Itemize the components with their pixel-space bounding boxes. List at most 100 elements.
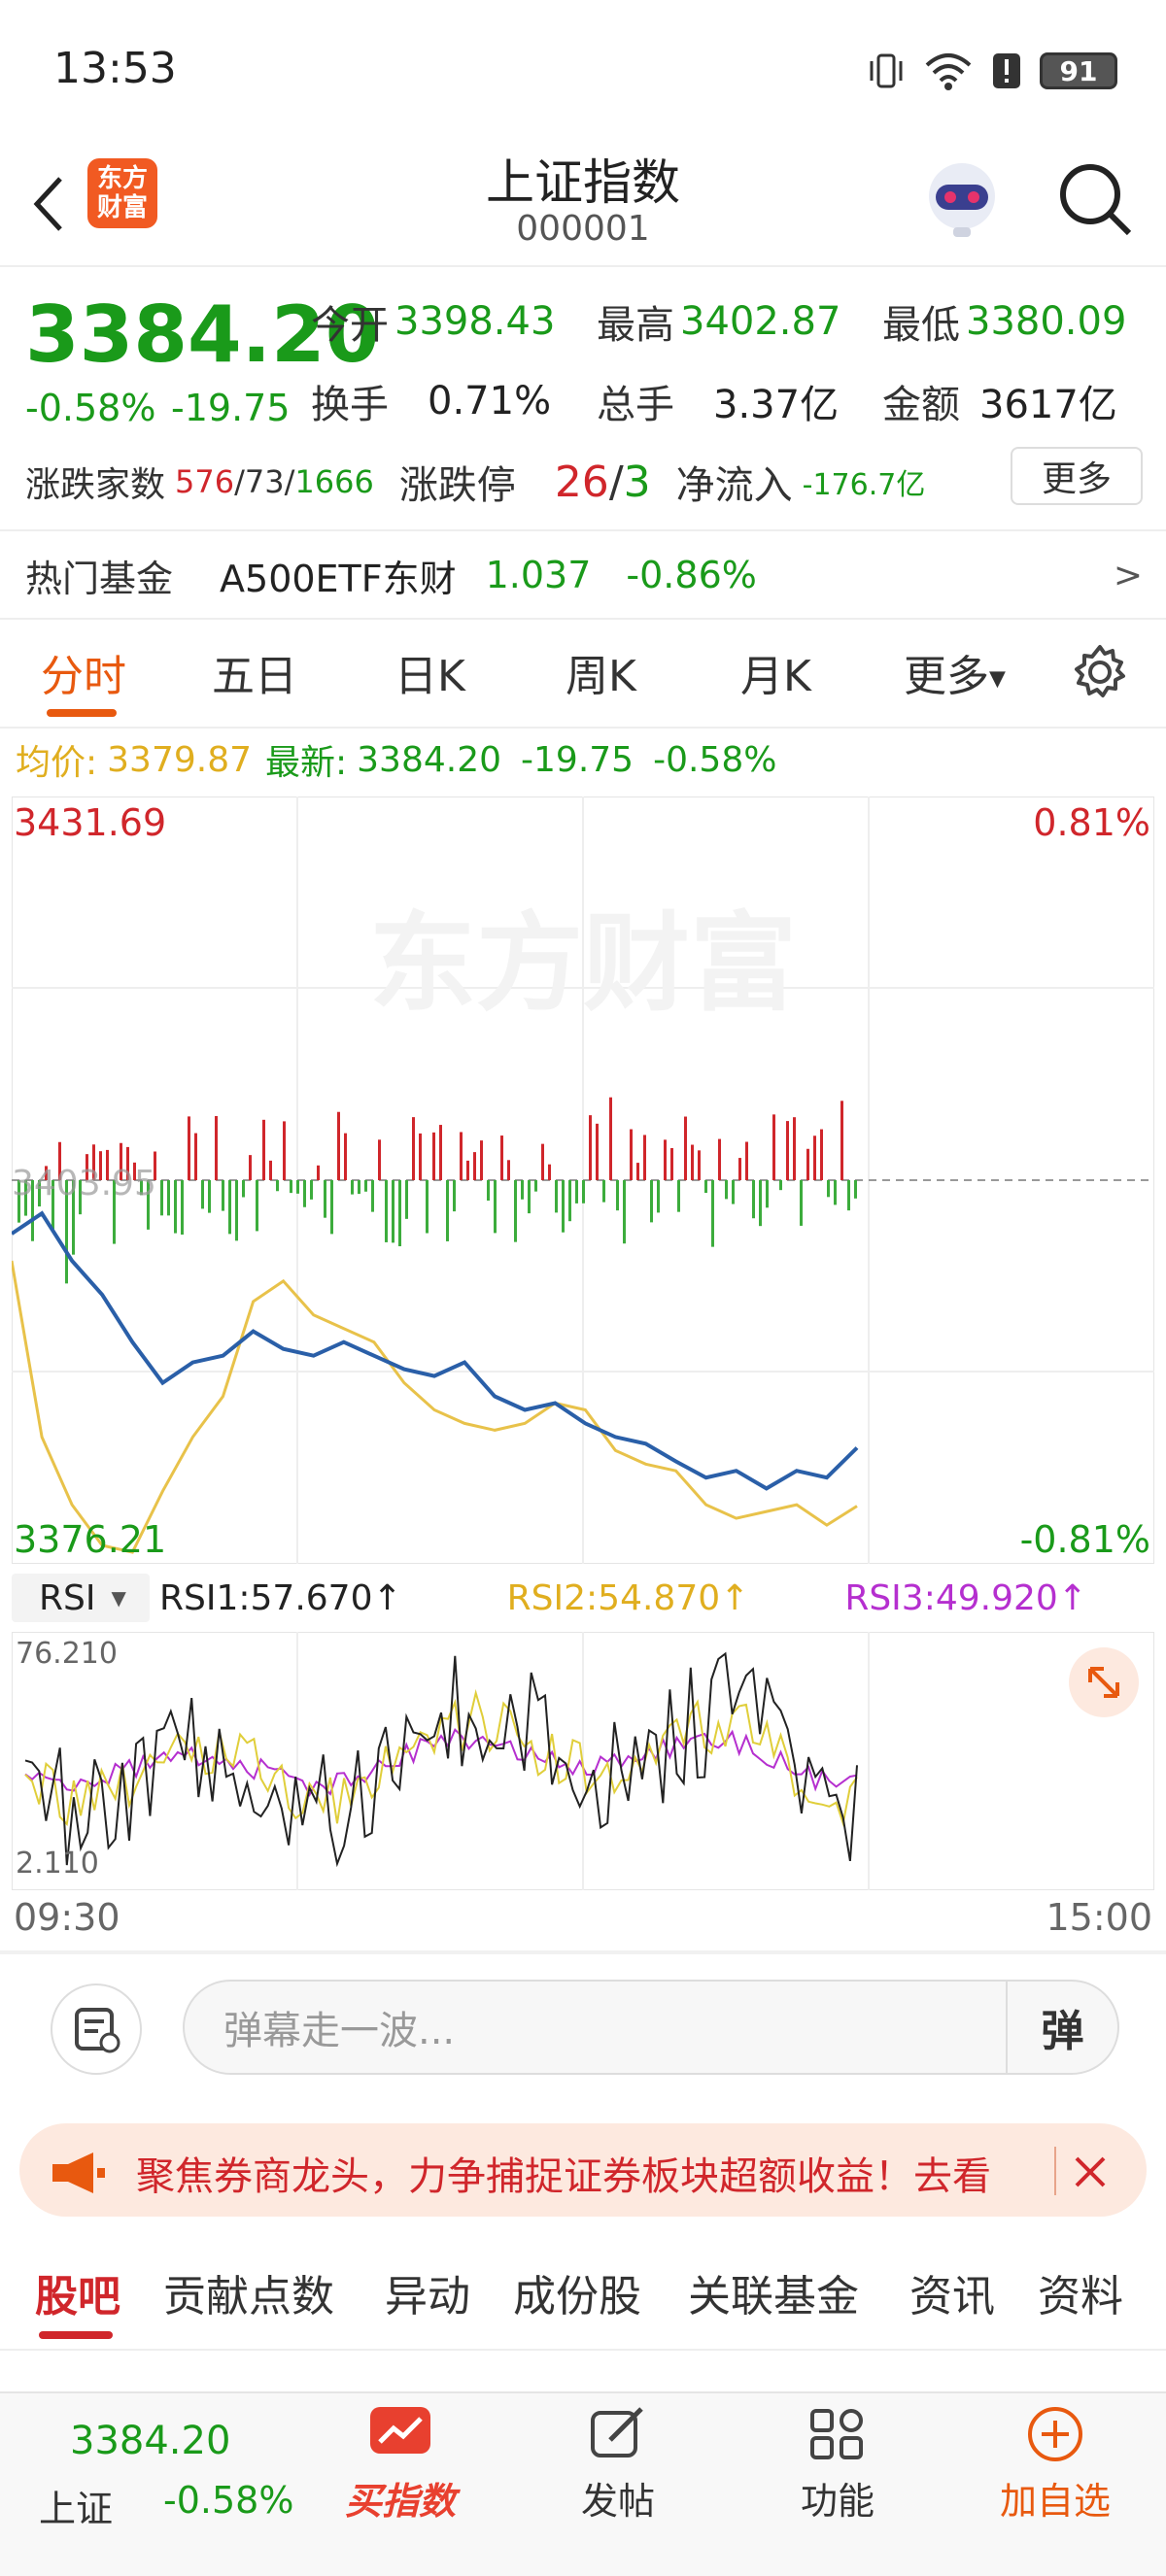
volume-bar <box>296 1180 299 1194</box>
tab-more-label: 更多 <box>904 652 989 701</box>
volume-bar <box>643 1135 646 1180</box>
amount-stat: 金额 3617亿 <box>882 373 1117 429</box>
change-amount: -19.75 <box>171 387 291 429</box>
hot-fund-label: 热门基金 <box>25 557 174 600</box>
tab-daily-k[interactable]: 日K <box>394 641 465 703</box>
volume-bar <box>405 1180 408 1219</box>
limit-up-count: 26 <box>554 457 609 507</box>
hot-fund-row[interactable]: 热门基金 A500ETF东财 1.037 -0.86% > <box>25 546 1143 604</box>
tab-weekly-k[interactable]: 周K <box>566 641 636 703</box>
volume-bar <box>534 1180 537 1192</box>
volume-bar <box>222 1180 224 1211</box>
tab-intraday[interactable]: 分时 <box>41 641 126 703</box>
indicator-selector[interactable]: RSI ▼ <box>12 1574 150 1622</box>
volume-bar <box>317 1165 320 1180</box>
last-label: 最新: <box>265 743 348 783</box>
volume-bar <box>181 1180 184 1235</box>
volume-bar <box>630 1129 633 1180</box>
tab-five-day[interactable]: 五日 <box>212 641 297 703</box>
rsi2-value: RSI2:54.870↑ <box>506 1577 750 1618</box>
last-change: -19.75 <box>521 739 634 780</box>
expand-chart-button[interactable] <box>1069 1647 1139 1717</box>
volume-bar <box>262 1119 265 1180</box>
caret-down-icon: ▼ <box>989 666 1006 692</box>
chart-period-tabs: 分时 五日 日K 周K 月K 更多▼ <box>0 622 1166 729</box>
down-count: 1666 <box>294 463 374 500</box>
volume-bar <box>371 1180 374 1212</box>
danmu-input[interactable]: 弹幕走一波... <box>183 1980 1119 2075</box>
volume-bar <box>609 1097 612 1180</box>
tab-constituents[interactable]: 成份股 <box>513 2261 641 2323</box>
danmu-toggle-button[interactable]: 弹 <box>1006 1982 1117 2073</box>
bottom-price: 3384.20 <box>70 2419 231 2463</box>
tab-contribution[interactable]: 贡献点数 <box>163 2261 334 2323</box>
status-time: 13:53 <box>53 44 177 93</box>
volume-bar <box>732 1180 735 1204</box>
promo-close-button[interactable] <box>1061 2143 1119 2201</box>
rsi-chart[interactable]: 76.210 2.110 <box>12 1632 1154 1890</box>
volume-bar <box>514 1180 517 1242</box>
buy-index-button[interactable]: 买指数 <box>313 2405 488 2551</box>
post-label: 发帖 <box>580 2480 655 2523</box>
volume-bar <box>800 1180 803 1226</box>
tab-guba[interactable]: 股吧 <box>35 2261 120 2323</box>
caret-down-icon: ▼ <box>111 1586 126 1610</box>
tab-news[interactable]: 资讯 <box>909 2261 995 2323</box>
volume-bar <box>623 1180 626 1244</box>
divider <box>1054 2147 1056 2195</box>
edit-post-icon <box>591 2407 643 2457</box>
bottom-price-label: 3376.21 <box>14 1518 166 1561</box>
volume-bar <box>160 1180 163 1216</box>
volume-bar <box>657 1180 660 1213</box>
volume-bar <box>398 1180 401 1247</box>
volume-bar <box>188 1116 190 1180</box>
intraday-chart[interactable]: 东方财富 3403.95 3431.69 3376.21 0.81% -0.81… <box>12 797 1154 1564</box>
settings-gear-icon[interactable] <box>1069 641 1131 703</box>
high-value: 3402.87 <box>680 299 841 344</box>
status-bar: 13:53 91 <box>0 0 1166 146</box>
volume-bar <box>500 1135 503 1180</box>
volume-bar <box>432 1132 435 1180</box>
grid-apps-icon <box>810 2409 863 2459</box>
tab-profile[interactable]: 资料 <box>1038 2261 1123 2323</box>
netflow-label: 净流入 <box>675 463 793 508</box>
hot-fund-price: 1.037 <box>485 554 592 596</box>
volume-bar <box>269 1160 272 1180</box>
watermark: 东方财富 <box>369 901 797 1026</box>
volume-bar <box>351 1180 354 1195</box>
search-button[interactable] <box>1051 155 1139 243</box>
volume-bar <box>194 1133 197 1180</box>
search-icon <box>1060 164 1132 236</box>
open-value: 3398.43 <box>394 299 556 344</box>
volume-bar <box>453 1180 456 1212</box>
tab-more[interactable]: 更多▼ <box>904 641 1006 703</box>
volume-bar <box>664 1139 667 1180</box>
volume-bar <box>215 1115 218 1180</box>
volume-bar <box>228 1180 231 1235</box>
tab-anomaly[interactable]: 异动 <box>385 2261 470 2323</box>
turnover-label: 换手 <box>311 383 389 427</box>
low-value: 3380.09 <box>966 299 1127 344</box>
more-stats-button[interactable]: 更多 <box>1011 447 1143 505</box>
ai-assistant-button[interactable] <box>918 155 1006 243</box>
features-button[interactable]: 功能 <box>750 2405 925 2551</box>
notes-button[interactable] <box>51 1983 142 2075</box>
volume-bar <box>568 1180 571 1222</box>
post-button[interactable]: 发帖 <box>531 2405 705 2551</box>
volume-bar <box>691 1144 694 1180</box>
volume-bar <box>636 1163 639 1180</box>
tab-monthly-k[interactable]: 月K <box>740 641 811 703</box>
high-stat: 最高 3402.87 <box>597 293 840 350</box>
tab-related-funds[interactable]: 关联基金 <box>688 2261 859 2323</box>
add-watchlist-button[interactable]: 加自选 <box>968 2405 1143 2551</box>
market-breadth-row: 涨跌家数 576 / 73 / 1666 涨跌停 26 / 3 净流入 -176… <box>25 453 1143 511</box>
high-label: 最高 <box>597 303 674 348</box>
divider <box>0 618 1166 620</box>
volume-bar <box>650 1180 653 1223</box>
rsi3-value: RSI3:49.920↑ <box>844 1577 1087 1618</box>
time-axis: 09:30 15:00 <box>12 1896 1154 1945</box>
vibrate-icon <box>870 53 903 88</box>
danmu-label: 弹 <box>1041 2007 1084 2056</box>
volume-bar <box>174 1180 177 1234</box>
mid-price-label: 3403.95 <box>12 1164 156 1203</box>
